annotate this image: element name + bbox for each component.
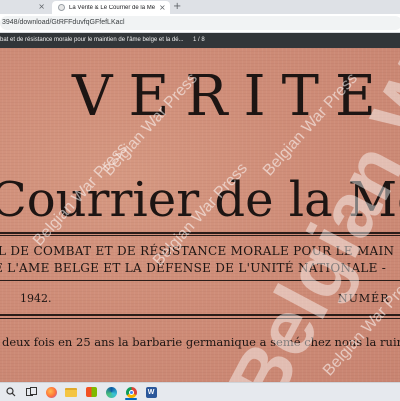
- pdf-document-title: bat et de résistance morale pour le main…: [0, 37, 184, 43]
- task-view-icon[interactable]: [24, 385, 38, 399]
- address-bar[interactable]: 3948/download/GtRFFduvfqGFfefLKacl: [0, 16, 400, 30]
- tab-title: La Vérité & Le Courrier de la Me: [69, 4, 156, 11]
- firefox-icon[interactable]: [44, 385, 58, 399]
- file-explorer-icon[interactable]: [64, 385, 78, 399]
- store-icon[interactable]: [84, 385, 98, 399]
- page-indicator[interactable]: 1 / 8: [193, 33, 205, 48]
- taskbar: W: [0, 382, 400, 401]
- browser-toolbar: 3948/download/GtRFFduvfqGFfefLKacl: [0, 14, 400, 33]
- tab-active[interactable]: La Vérité & Le Courrier de la Me ×: [52, 1, 170, 14]
- pdf-toolbar: bat et de résistance morale pour le main…: [0, 33, 400, 48]
- tab-strip: × La Vérité & Le Courrier de la Me × +: [0, 0, 400, 14]
- globe-icon: [58, 4, 65, 11]
- edge-icon[interactable]: [104, 385, 118, 399]
- new-tab-button[interactable]: +: [173, 1, 181, 12]
- chrome-icon[interactable]: [124, 385, 138, 400]
- tab-previous[interactable]: ×: [0, 1, 48, 14]
- newspaper-page: VERITE Courrier de la Me L DE COMBAT ET …: [0, 48, 400, 382]
- word-icon[interactable]: W: [144, 385, 158, 399]
- pdf-viewport[interactable]: VERITE Courrier de la Me L DE COMBAT ET …: [0, 48, 400, 382]
- issue-year: 1942.: [20, 292, 52, 305]
- search-icon[interactable]: [4, 385, 18, 399]
- close-tab-icon[interactable]: ×: [159, 3, 166, 12]
- close-tab-icon[interactable]: ×: [38, 2, 45, 11]
